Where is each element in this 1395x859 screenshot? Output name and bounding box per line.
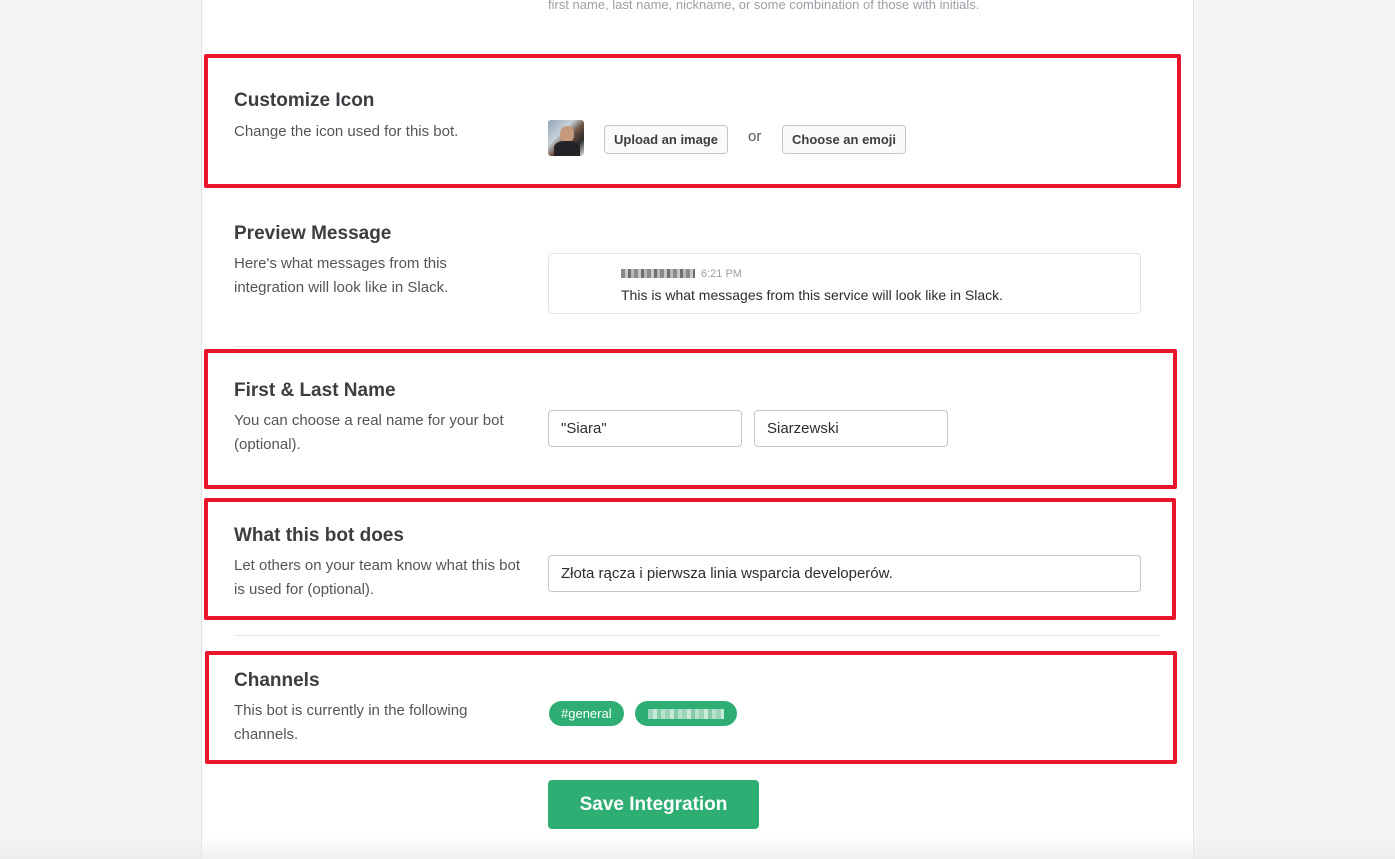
preview-bot-name-redacted [621, 269, 695, 278]
what-bot-does-section: What this bot does Let others on your te… [234, 524, 524, 602]
section-title: Channels [234, 670, 320, 691]
section-divider [234, 346, 1160, 347]
channel-chip-general[interactable]: #general [549, 701, 624, 726]
redacted-channel-name [648, 709, 724, 719]
first-name-field[interactable]: "Siara" [548, 410, 742, 447]
channels-section: Channels This bot is currently in the fo… [234, 669, 504, 747]
section-title: First & Last Name [234, 380, 396, 401]
preview-timestamp: 6:21 PM [701, 268, 742, 280]
last-name-field[interactable]: Siarzewski [754, 410, 948, 447]
section-description: You can choose a real name for your bot … [234, 412, 504, 453]
preview-message-box: 6:21 PM This is what messages from this … [548, 253, 1141, 314]
section-title: What this bot does [234, 525, 404, 546]
section-description: This bot is currently in the following c… [234, 702, 468, 743]
name-hint-text: first name, last name, nickname, or some… [548, 0, 980, 12]
bot-description-field[interactable]: Złota rącza i pierwsza linia wsparcia de… [548, 555, 1141, 592]
preview-message-text: This is what messages from this service … [621, 287, 1004, 303]
section-description: Change the icon used for this bot. [234, 123, 459, 140]
channel-chip-redacted[interactable] [635, 701, 737, 726]
upload-image-button[interactable]: Upload an image [604, 125, 729, 154]
section-description: Let others on your team know what this b… [234, 557, 520, 598]
section-divider [234, 635, 1160, 636]
customize-icon-section: Customize Icon Change the icon used for … [234, 89, 524, 144]
preview-section: Preview Message Here's what messages fro… [234, 222, 484, 300]
section-description: Here's what messages from this integrati… [234, 255, 449, 296]
save-integration-button[interactable]: Save Integration [548, 780, 759, 829]
or-label: or [748, 128, 762, 145]
bot-avatar [548, 120, 584, 156]
section-title: Customize Icon [234, 90, 375, 111]
section-title: Preview Message [234, 223, 392, 244]
choose-emoji-button[interactable]: Choose an emoji [782, 125, 907, 154]
name-section: First & Last Name You can choose a real … [234, 379, 524, 457]
